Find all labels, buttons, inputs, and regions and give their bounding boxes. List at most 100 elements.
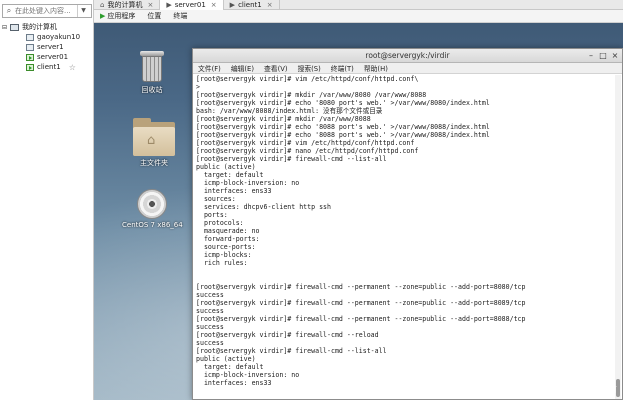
terminal-line: [root@servergyk virdir]# firewall-cmd --… — [196, 331, 379, 339]
terminal-line: masquerade: no — [196, 227, 260, 235]
tree-root-my-computer[interactable]: ⊟ 我的计算机 — [0, 22, 94, 32]
terminal-line: interfaces: ens33 — [196, 379, 272, 387]
terminal-line: bash: /var/www/8088/index.html: 没有那个文件或目… — [196, 107, 383, 115]
terminal-line: [root@servergyk virdir]# firewall-cmd --… — [196, 155, 387, 163]
terminal-line: icmp-blocks: — [196, 251, 252, 259]
terminal-line: [root@servergyk virdir]# firewall-cmd --… — [196, 283, 526, 291]
terminal-line: [root@servergyk virdir]# vim /etc/httpd/… — [196, 139, 415, 147]
maximize-button[interactable]: □ — [598, 51, 608, 60]
terminal-line: public (active) — [196, 355, 256, 363]
tab-label: 我的计算机 — [107, 1, 143, 9]
terminal-line: icmp-block-inversion: no — [196, 371, 300, 379]
terminal-line: services: dhcpv6-client http ssh — [196, 203, 331, 211]
vm-running-icon: ▶ — [229, 1, 236, 9]
tree-item-label: client1 — [37, 63, 61, 71]
trash-icon — [139, 51, 165, 83]
tab-label: server01 — [174, 1, 206, 9]
dvd-label: CentOS 7 x86_64 — [122, 221, 183, 229]
terminal-menu-item[interactable]: 文件(F) — [193, 63, 226, 73]
minimize-button[interactable]: – — [586, 51, 596, 60]
trash-label: 回收站 — [141, 86, 163, 94]
terminal-line: rich rules: — [196, 259, 248, 267]
terminal-menu-item[interactable]: 终端(T) — [326, 63, 359, 73]
home-folder-icon: ⌂ — [133, 118, 175, 156]
close-button[interactable]: × — [610, 51, 620, 60]
library-search[interactable]: ⌕ ▼ — [2, 4, 92, 18]
dvd-icon — [137, 189, 167, 219]
terminal-line: icmp-block-inversion: no — [196, 179, 300, 187]
terminal-line: success — [196, 291, 224, 299]
terminal-line: source-ports: — [196, 243, 256, 251]
terminal-line: [root@servergyk virdir]# nano /etc/httpd… — [196, 147, 419, 155]
terminal-menubar: 文件(F) 编辑(E) 查看(V) 搜索(S) 终端(T) 帮助(H) — [193, 63, 622, 74]
tree-item-vm[interactable]: client1 ☆ — [0, 62, 94, 72]
computer-icon — [10, 23, 19, 31]
terminal-line: [root@servergyk virdir]# echo '8088 port… — [196, 123, 490, 131]
vm-running-icon: ▶ — [166, 1, 172, 9]
terminal-line: interfaces: ens33 — [196, 187, 272, 195]
search-icon: ⌕ — [6, 6, 12, 15]
tab-0[interactable]: ⌂ 我的计算机 × — [94, 0, 161, 10]
applications-icon: ▶ — [100, 12, 106, 20]
terminal-line: [root@servergyk virdir]# firewall-cmd --… — [196, 315, 526, 323]
terminal-line: [root@servergyk virdir]# firewall-cmd --… — [196, 347, 387, 355]
terminal-line: [root@servergyk virdir]# echo '8088 port… — [196, 131, 490, 139]
terminal-line: > — [196, 83, 200, 91]
terminal-menu-item[interactable]: 帮助(H) — [359, 63, 393, 73]
terminal-line: [root@servergyk virdir]# firewall-cmd --… — [196, 299, 526, 307]
guest-desktop: 回收站 ⌂ 主文件夹 CentOS 7 x86_64 root@servergy… — [94, 23, 623, 400]
tab-2[interactable]: ▶ client1 × — [224, 0, 280, 10]
terminal-line: target: default — [196, 363, 264, 371]
tree-item-vm[interactable]: gaoyakun10 — [0, 32, 94, 42]
terminal-line: protocols: — [196, 219, 244, 227]
terminal-line: [root@servergyk virdir]# echo '8080 port… — [196, 99, 490, 107]
library-search-input[interactable] — [15, 7, 77, 15]
tab-1[interactable]: ▶ server01 × — [160, 0, 224, 10]
terminal-line: [root@servergyk virdir]# mkdir /var/www/… — [196, 115, 371, 123]
close-tab-icon[interactable]: × — [147, 1, 153, 9]
terminal-line: public (active) — [196, 163, 256, 171]
close-tab-icon[interactable]: × — [211, 1, 217, 9]
tree-item-label: server1 — [37, 43, 64, 51]
top-bar-menu-item[interactable]: 终端 — [167, 11, 193, 21]
terminal-titlebar[interactable]: root@servergyk:/virdir – □ × — [193, 49, 622, 63]
terminal-line: sources: — [196, 195, 236, 203]
dvd-desktop-icon[interactable]: CentOS 7 x86_64 — [122, 189, 183, 229]
close-tab-icon[interactable]: × — [267, 1, 273, 9]
star-icon[interactable]: ☆ — [69, 63, 76, 72]
watermark: CSDN @月下独灯 — [559, 386, 617, 394]
terminal-window[interactable]: root@servergyk:/virdir – □ × 文件(F) 编辑(E) 查… — [192, 48, 623, 400]
terminal-menu-item[interactable]: 查看(V) — [259, 63, 293, 73]
chevron-down-icon[interactable]: ▼ — [77, 5, 89, 17]
terminal-line: target: default — [196, 171, 264, 179]
terminal-line: success — [196, 339, 224, 347]
terminal-output[interactable]: [root@servergyk virdir]# vim /etc/httpd/… — [196, 75, 616, 399]
library-panel: ⌕ ▼ ⊟ 我的计算机 gaoyakun10server1server01cli… — [0, 0, 94, 400]
terminal-menu-item[interactable]: 编辑(E) — [226, 63, 259, 73]
tree-item-vm[interactable]: server01 — [0, 52, 94, 62]
vm-running-icon — [26, 53, 34, 61]
tree-root-label: 我的计算机 — [22, 23, 57, 31]
terminal-scrollbar[interactable] — [615, 75, 621, 399]
terminal-line: forward-ports: — [196, 235, 260, 243]
tab-strip: ⌂ 我的计算机 × ▶ server01 × ▶ client1 × — [94, 0, 623, 10]
home-folder-label: 主文件夹 — [140, 159, 168, 167]
tree-item-label: gaoyakun10 — [37, 33, 81, 41]
home-folder-desktop-icon[interactable]: ⌂ 主文件夹 — [124, 118, 184, 168]
guest-top-bar: ▶ 应用程序 位置 终端 — [94, 10, 623, 23]
terminal-line: ports: — [196, 211, 228, 219]
home-icon: ⌂ — [100, 1, 105, 9]
collapse-icon[interactable]: ⊟ — [2, 24, 10, 31]
terminal-line: [root@servergyk virdir]# vim /etc/httpd/… — [196, 75, 419, 83]
tree-item-label: server01 — [37, 53, 69, 61]
terminal-title: root@servergyk:/virdir — [365, 51, 450, 60]
vm-tree: ⊟ 我的计算机 gaoyakun10 server1 server01 client1… — [0, 22, 94, 72]
trash-desktop-icon[interactable]: 回收站 — [122, 51, 182, 95]
terminal-menu-item[interactable]: 搜索(S) — [293, 63, 326, 73]
top-bar-menu-item[interactable]: 应用程序 — [107, 11, 141, 21]
terminal-line: success — [196, 323, 224, 331]
top-bar-menu-item[interactable]: 位置 — [141, 11, 167, 21]
tree-item-vm[interactable]: server1 — [0, 42, 94, 52]
